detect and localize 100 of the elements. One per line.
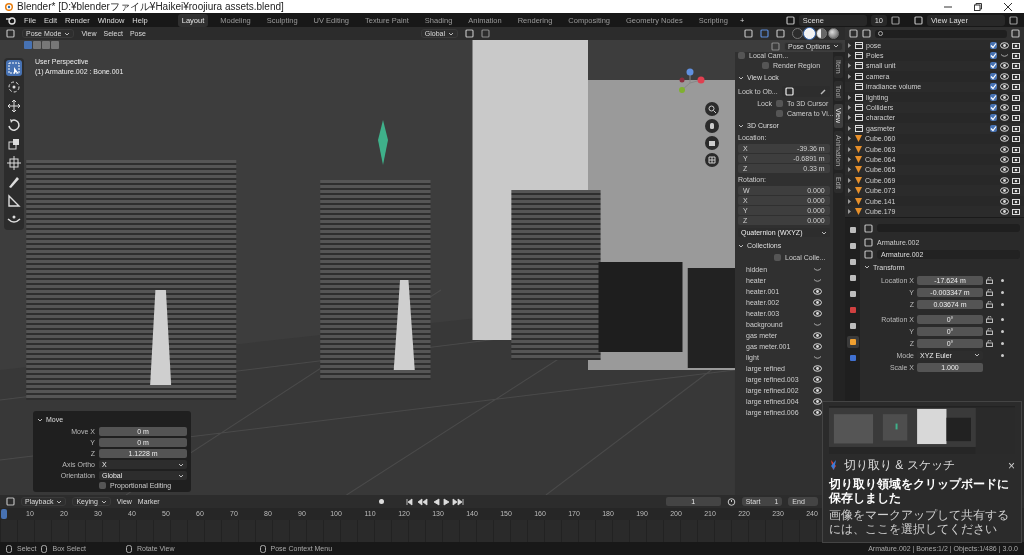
keyframe-dot[interactable] bbox=[1001, 341, 1004, 345]
close-icon[interactable] bbox=[1004, 2, 1012, 11]
eye-icon[interactable] bbox=[1000, 187, 1009, 195]
camera-icon[interactable] bbox=[1012, 187, 1020, 195]
checkbox[interactable] bbox=[99, 482, 106, 489]
blender-logo-icon[interactable] bbox=[6, 15, 16, 25]
camera-icon[interactable] bbox=[1012, 135, 1020, 143]
select-box-icon[interactable] bbox=[6, 60, 22, 76]
eye-icon[interactable] bbox=[1000, 93, 1009, 101]
eye-icon[interactable] bbox=[1000, 72, 1009, 80]
checkbox[interactable] bbox=[990, 104, 997, 112]
camera-icon[interactable] bbox=[1012, 166, 1020, 174]
eye-icon[interactable] bbox=[812, 288, 822, 295]
move-icon[interactable] bbox=[6, 98, 22, 114]
cursor-icon[interactable] bbox=[6, 79, 22, 95]
eye-icon[interactable] bbox=[812, 299, 822, 306]
ruler-icon[interactable] bbox=[6, 193, 22, 209]
lock-icon[interactable] bbox=[986, 339, 993, 347]
closed-eye-icon[interactable] bbox=[812, 266, 822, 273]
scale-icon[interactable] bbox=[6, 136, 22, 152]
checkbox[interactable] bbox=[762, 62, 769, 69]
eye-icon[interactable] bbox=[1000, 207, 1009, 215]
keyframe-dot[interactable] bbox=[1001, 302, 1004, 306]
checkbox[interactable] bbox=[990, 62, 997, 70]
eye-icon[interactable] bbox=[1000, 62, 1009, 70]
eye-icon[interactable] bbox=[1000, 41, 1009, 49]
lock-icon[interactable] bbox=[986, 327, 993, 335]
checkbox[interactable] bbox=[990, 52, 997, 60]
checkbox[interactable] bbox=[776, 100, 783, 107]
eye-icon[interactable] bbox=[812, 343, 822, 350]
camera-icon[interactable] bbox=[1012, 145, 1020, 153]
closed-eye-icon[interactable] bbox=[1000, 52, 1009, 60]
checkbox[interactable] bbox=[776, 110, 783, 117]
lock-icon[interactable] bbox=[986, 276, 993, 284]
keyframe-dot[interactable] bbox=[1001, 290, 1004, 294]
stopwatch-icon[interactable] bbox=[726, 497, 736, 506]
camera-icon[interactable] bbox=[1012, 207, 1020, 215]
camera-icon[interactable] bbox=[1012, 83, 1020, 91]
camera-icon[interactable] bbox=[1012, 104, 1020, 112]
solid-shading-button[interactable] bbox=[804, 28, 815, 39]
notification-toast[interactable]: 切り取り & スケッチ × 切り取り領域をクリップボードに保存しました 画像をマークアップして共有するには、ここを選択してください bbox=[822, 401, 1022, 543]
checkbox[interactable] bbox=[990, 93, 997, 101]
checkbox[interactable] bbox=[990, 124, 997, 132]
camera-icon[interactable] bbox=[1012, 62, 1020, 70]
eye-icon[interactable] bbox=[812, 310, 822, 317]
camera-icon[interactable] bbox=[1012, 93, 1020, 101]
lock-icon[interactable] bbox=[986, 300, 993, 308]
keyframe-dot[interactable] bbox=[1001, 329, 1004, 333]
record-icon[interactable] bbox=[376, 497, 386, 506]
keyframe-dot[interactable] bbox=[1001, 317, 1004, 321]
checkbox[interactable] bbox=[990, 72, 997, 80]
playback-controls-icon[interactable] bbox=[405, 497, 466, 506]
eye-icon[interactable] bbox=[812, 376, 822, 383]
camera-icon[interactable] bbox=[1012, 41, 1020, 49]
search-field[interactable] bbox=[875, 29, 1007, 38]
mouse-icon bbox=[6, 544, 12, 553]
checkbox[interactable] bbox=[990, 41, 997, 49]
camera-icon[interactable] bbox=[1012, 156, 1020, 163]
eye-icon[interactable] bbox=[812, 409, 822, 416]
eye-icon[interactable] bbox=[1000, 124, 1009, 132]
lock-icon[interactable] bbox=[986, 315, 993, 323]
pencil-icon[interactable] bbox=[6, 174, 22, 190]
eyedropper-icon[interactable] bbox=[819, 88, 827, 95]
eye-icon[interactable] bbox=[1000, 104, 1009, 112]
bone-drawing[interactable] bbox=[378, 120, 388, 165]
close-button[interactable]: × bbox=[1008, 458, 1015, 473]
eye-icon[interactable] bbox=[812, 332, 822, 339]
keyframe-dot[interactable] bbox=[1001, 353, 1004, 357]
camera-icon[interactable] bbox=[1012, 176, 1020, 184]
properties-tab[interactable] bbox=[846, 335, 859, 348]
eye-icon[interactable] bbox=[1000, 83, 1009, 91]
checkbox[interactable] bbox=[990, 114, 997, 122]
camera-icon[interactable] bbox=[1012, 52, 1020, 60]
eye-icon[interactable] bbox=[1000, 135, 1009, 143]
eye-icon[interactable] bbox=[1000, 197, 1009, 205]
camera-icon[interactable] bbox=[1012, 197, 1020, 205]
eye-icon[interactable] bbox=[1000, 114, 1009, 122]
eye-icon[interactable] bbox=[1000, 176, 1009, 184]
eye-icon[interactable] bbox=[812, 365, 822, 372]
camera-icon[interactable] bbox=[1012, 114, 1020, 122]
closed-eye-icon[interactable] bbox=[812, 321, 822, 328]
checkbox[interactable] bbox=[990, 83, 997, 91]
checkbox[interactable] bbox=[774, 254, 781, 261]
rotate-icon[interactable] bbox=[6, 117, 22, 133]
rendered-shading-button[interactable] bbox=[828, 28, 839, 39]
lock-icon[interactable] bbox=[986, 288, 993, 296]
restore-icon[interactable] bbox=[974, 2, 982, 11]
eye-icon[interactable] bbox=[1000, 145, 1009, 153]
keyframe-dot[interactable] bbox=[1001, 278, 1004, 282]
eye-icon[interactable] bbox=[1000, 166, 1009, 174]
material-shading-button[interactable] bbox=[816, 28, 827, 39]
eye-icon[interactable] bbox=[812, 387, 822, 394]
transform-icon[interactable] bbox=[6, 155, 22, 171]
camera-icon[interactable] bbox=[1012, 124, 1020, 132]
checkbox[interactable] bbox=[738, 52, 745, 59]
eye-icon[interactable] bbox=[812, 398, 822, 405]
closed-eye-icon[interactable] bbox=[812, 277, 822, 284]
camera-icon[interactable] bbox=[1012, 72, 1020, 80]
closed-eye-icon[interactable] bbox=[812, 354, 822, 361]
eye-icon[interactable] bbox=[1000, 156, 1009, 163]
